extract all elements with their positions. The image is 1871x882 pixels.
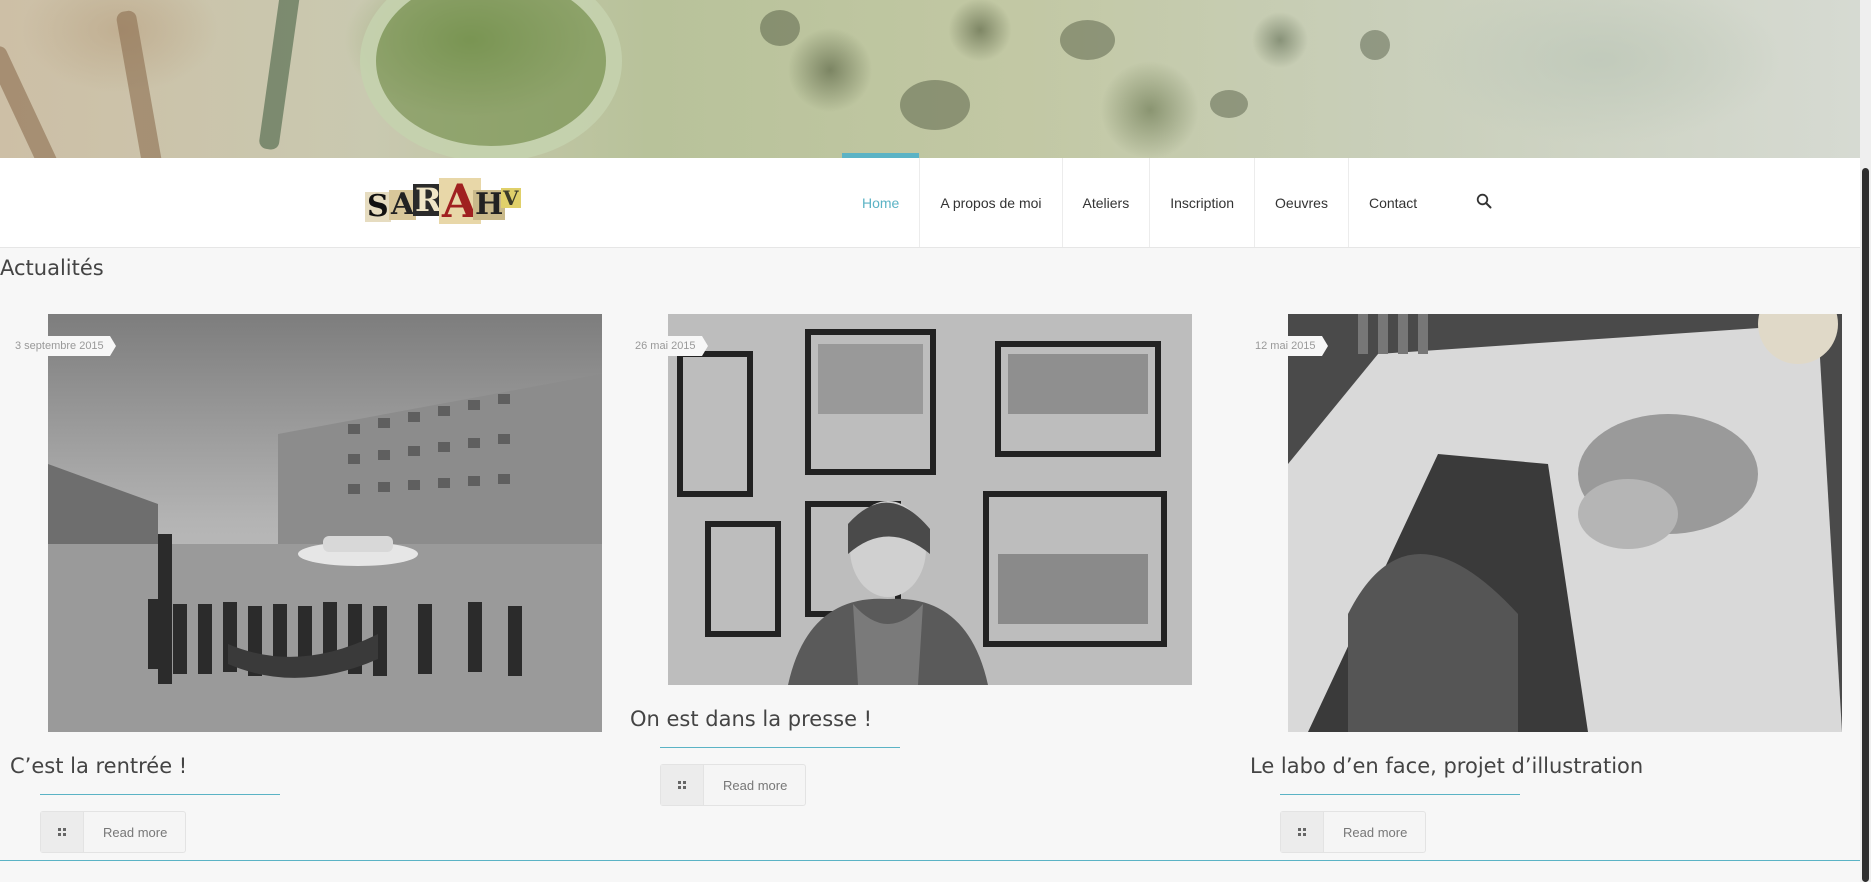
banner-paint-splash xyxy=(900,80,970,130)
read-more-label: Read more xyxy=(1343,824,1408,840)
site-header: S A R A H V Home A propos de moi Atelier… xyxy=(0,153,1860,248)
search-icon[interactable] xyxy=(1476,193,1492,209)
scrollbar-thumb[interactable] xyxy=(1862,168,1869,882)
logo-letter: V xyxy=(501,186,521,210)
nav-item-home[interactable]: Home xyxy=(842,153,921,247)
nav-item-oeuvres[interactable]: Oeuvres xyxy=(1255,158,1349,247)
banner-paint-splash xyxy=(1360,30,1390,60)
grid-icon xyxy=(661,765,704,805)
post-title[interactable]: On est dans la presse ! xyxy=(630,707,872,731)
post-divider xyxy=(40,794,280,795)
site-logo[interactable]: S A R A H V xyxy=(363,176,521,230)
banner-brush xyxy=(258,0,302,151)
post-divider xyxy=(660,747,900,748)
nav-item-inscription[interactable]: Inscription xyxy=(1150,158,1256,247)
nav-item-label: Oeuvres xyxy=(1275,194,1328,211)
read-more-label: Read more xyxy=(103,824,168,840)
read-more-label: Read more xyxy=(723,777,788,793)
post-divider xyxy=(1280,794,1520,795)
post-image-kids-crossing[interactable] xyxy=(48,314,602,732)
nav-item-label: Ateliers xyxy=(1082,194,1130,211)
banner-paint-splash xyxy=(760,10,800,46)
banner-brush xyxy=(0,43,75,158)
read-more-button[interactable]: Read more xyxy=(660,764,806,806)
post-date: 3 septembre 2015 xyxy=(0,336,116,356)
nav-item-about[interactable]: A propos de moi xyxy=(920,158,1063,247)
banner-brush xyxy=(115,9,165,158)
post-image-illustration[interactable] xyxy=(1288,314,1842,732)
post-image-press-article[interactable] xyxy=(668,314,1192,685)
section-title: Actualités xyxy=(0,256,104,280)
nav-item-label: Contact xyxy=(1368,194,1418,211)
grid-icon xyxy=(41,812,84,852)
nav-item-label: Home xyxy=(862,194,900,211)
main-nav: Home A propos de moi Ateliers Inscriptio… xyxy=(842,153,1437,247)
read-more-button[interactable]: Read more xyxy=(40,811,186,853)
nav-item-label: A propos de moi xyxy=(940,194,1042,211)
post-title[interactable]: Le labo d’en face, projet d’illustration xyxy=(1250,754,1643,778)
nav-item-contact[interactable]: Contact xyxy=(1349,158,1437,247)
logo-letter: S xyxy=(365,189,391,224)
banner-paint-splash xyxy=(1060,20,1115,60)
nav-item-ateliers[interactable]: Ateliers xyxy=(1063,158,1151,247)
header-banner-image xyxy=(0,0,1860,158)
banner-paint-splash xyxy=(1210,90,1248,118)
footer-divider xyxy=(0,860,1860,861)
grid-icon xyxy=(1281,812,1324,852)
read-more-button[interactable]: Read more xyxy=(1280,811,1426,853)
post-date: 12 mai 2015 xyxy=(1240,336,1328,356)
page-scrollbar[interactable] xyxy=(1860,0,1871,882)
post-date: 26 mai 2015 xyxy=(620,336,708,356)
nav-item-label: Inscription xyxy=(1170,194,1235,211)
banner-paint-jar xyxy=(360,0,622,158)
post-title[interactable]: C’est la rentrée ! xyxy=(10,754,187,778)
